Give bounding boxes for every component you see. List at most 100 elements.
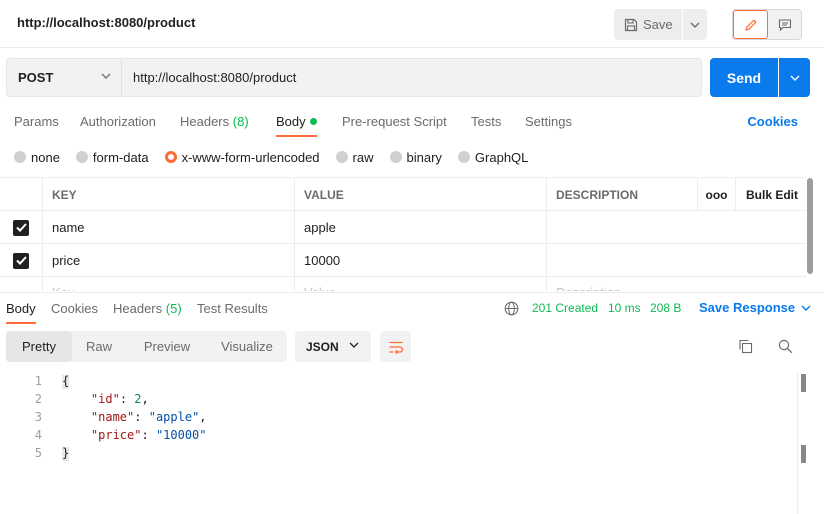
response-tab-cookies[interactable]: Cookies — [51, 301, 98, 316]
chevron-down-icon — [101, 73, 111, 79]
wrap-lines-icon — [389, 341, 403, 354]
body-type-form-data[interactable]: form-data — [75, 149, 149, 165]
radio-form-data[interactable] — [75, 151, 88, 163]
view-preview-button[interactable]: Preview — [128, 331, 206, 362]
editor-scrollbar-marker[interactable] — [801, 445, 806, 463]
response-tab-body-label: Body — [6, 301, 36, 316]
response-tab-test-results[interactable]: Test Results — [197, 301, 268, 316]
response-format-value: JSON — [306, 339, 339, 354]
bulk-edit-button[interactable]: Bulk Edit — [735, 178, 806, 211]
row-key-cell[interactable]: name — [42, 211, 294, 244]
tab-headers[interactable]: Headers (8) — [180, 114, 249, 129]
active-tab-underline — [6, 322, 36, 324]
editor-scrollbar-marker[interactable] — [801, 374, 806, 392]
checkbox-checked-icon[interactable] — [13, 219, 29, 236]
save-response-label: Save Response — [699, 300, 796, 315]
view-visualize-button[interactable]: Visualize — [208, 331, 286, 362]
search-icon[interactable] — [778, 339, 793, 354]
response-format-select[interactable]: JSON — [295, 331, 371, 362]
radio-none[interactable] — [14, 151, 26, 163]
view-raw-button[interactable]: Raw — [72, 331, 126, 362]
response-tab-headers[interactable]: Headers (5) — [113, 301, 182, 316]
row-description-cell[interactable] — [546, 211, 806, 244]
tab-headers-label: Headers — [180, 114, 230, 129]
radio-binary[interactable] — [389, 151, 402, 163]
body-type-raw[interactable]: raw — [335, 149, 374, 165]
row-checkbox[interactable] — [0, 211, 42, 244]
table-header-row: KEY VALUE DESCRIPTION ooo Bulk Edit — [0, 178, 806, 211]
row-key-cell[interactable]: price — [42, 244, 294, 277]
tab-settings-label: Settings — [525, 114, 572, 129]
code-line: 1 { — [0, 374, 790, 392]
params-table-scrollbar[interactable] — [807, 178, 813, 274]
edit-mode-button[interactable] — [733, 10, 768, 39]
comment-icon — [778, 18, 791, 31]
body-type-raw-label: raw — [352, 149, 374, 165]
response-size[interactable]: 208 B — [650, 301, 681, 315]
code-line: 2 "id": 2, — [0, 392, 790, 410]
send-button[interactable]: Send — [710, 58, 778, 97]
tab-pre-request-script[interactable]: Pre-request Script — [342, 114, 447, 129]
view-pretty-button[interactable]: Pretty — [6, 331, 72, 362]
column-description-header: DESCRIPTION — [546, 178, 697, 211]
row-description-cell[interactable] — [546, 244, 806, 277]
response-tab-body[interactable]: Body — [6, 301, 36, 324]
http-method-value: POST — [18, 70, 54, 85]
status-badge[interactable]: 201 Created — [532, 301, 598, 315]
save-button[interactable]: Save — [614, 9, 682, 40]
active-tab-underline — [276, 135, 317, 137]
tab-tests-label: Tests — [471, 114, 502, 129]
line-number: 3 — [34, 410, 42, 424]
save-label: Save — [643, 17, 673, 32]
radio-urlencoded[interactable] — [164, 151, 177, 163]
row-checkbox[interactable] — [0, 244, 42, 277]
send-options-button[interactable] — [779, 58, 810, 97]
response-body-editor[interactable]: 1 { 2 "id": 2, 3 "name": "apple", 4 "pri… — [0, 372, 824, 514]
response-view-toolbar: Pretty Raw Preview Visualize — [6, 331, 287, 362]
response-tabs: Body Cookies Headers (5) Test Results 20… — [0, 292, 824, 324]
http-method-select[interactable]: POST — [6, 58, 121, 97]
new-key-input[interactable]: Key — [42, 277, 294, 291]
tab-settings[interactable]: Settings — [525, 114, 572, 129]
response-time[interactable]: 10 ms — [608, 301, 641, 315]
save-response-button[interactable]: Save Response — [699, 300, 811, 315]
body-type-none-label: none — [31, 149, 60, 165]
new-description-input[interactable]: Description — [546, 277, 806, 291]
tab-body[interactable]: Body — [276, 114, 317, 137]
tab-authorization[interactable]: Authorization — [80, 114, 156, 129]
tab-tests[interactable]: Tests — [471, 114, 501, 129]
radio-raw[interactable] — [335, 151, 348, 163]
response-tab-test-results-label: Test Results — [197, 301, 268, 316]
tab-params[interactable]: Params — [14, 114, 59, 129]
request-title[interactable]: http://localhost:8080/product — [17, 15, 195, 30]
row-value-cell[interactable]: 10000 — [294, 244, 546, 277]
globe-icon[interactable] — [504, 301, 519, 316]
body-type-graphql[interactable]: GraphQL — [457, 150, 528, 165]
tab-params-label: Params — [14, 114, 59, 129]
json-key: "name" — [90, 410, 135, 424]
checkbox-checked-icon[interactable] — [13, 252, 29, 269]
wrap-lines-button[interactable] — [380, 331, 411, 362]
table-row-new: Key Value Description — [0, 277, 806, 291]
body-type-form-data-label: form-data — [92, 149, 149, 165]
save-options-button[interactable] — [683, 9, 707, 40]
more-options-icon[interactable]: ooo — [697, 178, 735, 211]
editor-scrollbar-track[interactable] — [797, 372, 798, 514]
radio-graphql[interactable] — [457, 151, 470, 163]
documentation-mode-button[interactable] — [768, 10, 801, 39]
url-value: http://localhost:8080/product — [133, 70, 297, 85]
chevron-down-icon — [801, 305, 811, 311]
url-input[interactable]: http://localhost:8080/product — [121, 58, 702, 97]
new-value-input[interactable]: Value — [294, 277, 546, 291]
json-number: 2 — [134, 392, 142, 406]
body-type-urlencoded[interactable]: x-www-form-urlencoded — [164, 150, 320, 165]
cookies-link[interactable]: Cookies — [747, 114, 798, 129]
json-string: "apple" — [148, 410, 200, 424]
chevron-down-icon — [790, 75, 799, 81]
code-text: "price": "10000" — [90, 428, 207, 442]
row-value-cell[interactable]: apple — [294, 211, 546, 244]
body-type-none[interactable]: none — [14, 150, 60, 165]
code-line: 3 "name": "apple", — [0, 410, 790, 428]
body-type-binary[interactable]: binary — [389, 150, 442, 165]
copy-icon[interactable] — [738, 339, 753, 354]
